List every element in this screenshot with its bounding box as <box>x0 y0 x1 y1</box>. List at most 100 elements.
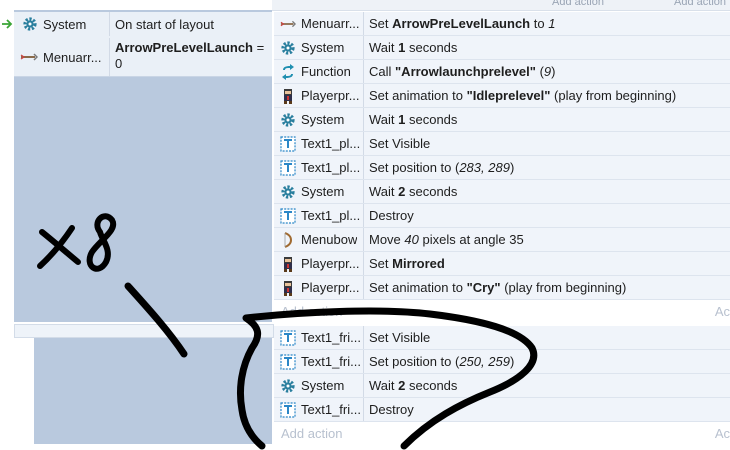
action-object-name: Text1_pl... <box>301 136 361 151</box>
action-text: Set position to ( <box>369 354 460 369</box>
sub-condition-text: ArrowPreLevelLaunch = 0 <box>110 38 265 72</box>
action-object[interactable]: System <box>274 180 364 203</box>
action-object[interactable]: Text1_pl... <box>274 132 364 155</box>
add-action-button[interactable]: Add action Ac <box>274 300 730 322</box>
action-object-name: Menuarr... <box>301 16 360 31</box>
add-action-button-sub[interactable]: Add action Ac <box>274 422 730 444</box>
sub-condition-object[interactable]: Menuarr... <box>14 38 110 76</box>
action-object-name: Text1_pl... <box>301 160 361 175</box>
comparison-operator: = <box>253 40 265 55</box>
variable-name: ArrowPreLevelLaunch <box>115 40 253 55</box>
action-object[interactable]: Text1_pl... <box>274 156 364 179</box>
condition-row[interactable]: System On start of layout <box>2 12 272 36</box>
action-row[interactable]: Text1_fri... Set Visible <box>274 326 730 350</box>
action-description[interactable]: Set Mirrored <box>364 256 445 271</box>
action-row[interactable]: Function Call "Arrowlaunchprelevel" (9) <box>274 60 730 84</box>
left-gutter <box>0 0 14 450</box>
action-row[interactable]: System Wait 1 seconds <box>274 108 730 132</box>
previous-event-sliver: Add action Add action <box>272 0 730 11</box>
action-text: Set Visible <box>369 330 431 345</box>
action-object-name: System <box>301 378 345 393</box>
text-object-icon <box>280 207 296 224</box>
action-row[interactable]: Menubow Move 40 pixels at angle 35 <box>274 228 730 252</box>
action-object[interactable]: Text1_fri... <box>274 398 364 421</box>
action-object[interactable]: Playerpr... <box>274 276 364 299</box>
action-object[interactable]: Menubow <box>274 228 364 251</box>
action-text: Set Visible <box>369 136 431 151</box>
add-action-link-prev-right[interactable]: Add action <box>674 0 726 8</box>
action-description[interactable]: Set Visible <box>364 136 430 151</box>
action-row[interactable]: Text1_pl... Set position to (283, 289) <box>274 156 730 180</box>
action-object[interactable]: Text1_fri... <box>274 350 364 373</box>
action-row[interactable]: Text1_pl... Set Visible <box>274 132 730 156</box>
action-row[interactable]: System Wait 2 seconds <box>274 180 730 204</box>
action-object[interactable]: Menuarr... <box>274 12 364 35</box>
action-object[interactable]: System <box>274 36 364 59</box>
action-description[interactable]: Wait 1 seconds <box>364 40 457 55</box>
action-description[interactable]: Move 40 pixels at angle 35 <box>364 232 524 247</box>
action-row[interactable]: Playerpr... Set animation to "Cry" (play … <box>274 276 730 300</box>
text-object-icon <box>280 353 296 370</box>
action-object[interactable]: Playerpr... <box>274 84 364 107</box>
action-description[interactable]: Set position to (250, 259) <box>364 354 514 369</box>
action-description[interactable]: Destroy <box>364 208 414 223</box>
action-row[interactable]: System Wait 2 seconds <box>274 374 730 398</box>
action-param-bold: "Idleprelevel" <box>466 88 551 103</box>
action-text-mid: to <box>530 16 549 31</box>
action-object[interactable]: Function <box>274 60 364 83</box>
action-text: Set animation to <box>369 88 467 103</box>
sub-condition-row[interactable]: Menuarr... ArrowPreLevelLaunch = 0 <box>14 38 272 76</box>
action-object-name: Text1_fri... <box>301 330 361 345</box>
action-text-mid: seconds <box>405 184 458 199</box>
action-object[interactable]: Text1_fri... <box>274 326 364 349</box>
action-text: Set <box>369 256 393 271</box>
action-description[interactable]: Set animation to "Cry" (play from beginn… <box>364 280 626 295</box>
add-action-link-prev[interactable]: Add action <box>552 0 604 8</box>
condition-block[interactable]: System On start of layout Menuarr... Arr… <box>2 12 272 77</box>
action-param-italic: 40 <box>404 232 419 247</box>
action-row[interactable]: Text1_fri... Destroy <box>274 398 730 422</box>
action-text-mid: seconds <box>405 40 458 55</box>
action-text: Wait <box>369 112 399 127</box>
action-object[interactable]: System <box>274 108 364 131</box>
action-description[interactable]: Set ArrowPreLevelLaunch to 1 <box>364 16 555 31</box>
text-object-icon <box>280 159 296 176</box>
gear-icon <box>280 112 296 128</box>
action-description[interactable]: Destroy <box>364 402 414 417</box>
action-param-italic: 250, 259 <box>459 354 510 369</box>
gear-icon <box>280 40 296 56</box>
action-param-bold: "Arrowlaunchprelevel" <box>395 64 536 79</box>
action-text-mid: seconds <box>405 112 458 127</box>
condition-text: On start of layout <box>115 16 214 32</box>
action-description[interactable]: Set animation to "Idleprelevel" (play fr… <box>364 88 676 103</box>
add-action-label-right: Ac <box>714 303 730 319</box>
action-text-mid: ( <box>535 64 544 79</box>
action-row[interactable]: Playerpr... Set Mirrored <box>274 252 730 276</box>
action-param-bold: "Cry" <box>466 280 501 295</box>
action-object[interactable]: System <box>274 374 364 397</box>
action-description[interactable]: Wait 1 seconds <box>364 112 457 127</box>
action-description[interactable]: Set Visible <box>364 330 430 345</box>
action-description[interactable]: Call "Arrowlaunchprelevel" (9) <box>364 64 555 79</box>
sub-event-bar[interactable] <box>14 324 274 338</box>
action-param-bold: ArrowPreLevelLaunch <box>392 16 531 31</box>
action-row[interactable]: Text1_fri... Set position to (250, 259) <box>274 350 730 374</box>
action-object[interactable]: Playerpr... <box>274 252 364 275</box>
action-description[interactable]: Set position to (283, 289) <box>364 160 514 175</box>
arrow-icon <box>20 49 38 65</box>
action-description[interactable]: Wait 2 seconds <box>364 184 457 199</box>
action-object-name: System <box>301 40 345 55</box>
event-arrow-icon <box>2 16 14 32</box>
action-text-mid: (play from beginning) <box>550 88 677 103</box>
action-description[interactable]: Wait 2 seconds <box>364 378 457 393</box>
action-row[interactable]: System Wait 1 seconds <box>274 36 730 60</box>
action-object-name: System <box>301 184 345 199</box>
action-object[interactable]: Text1_pl... <box>274 204 364 227</box>
action-row[interactable]: Text1_pl... Destroy <box>274 204 730 228</box>
action-row[interactable]: Playerpr... Set animation to "Idlepreleve… <box>274 84 730 108</box>
action-row[interactable]: Menuarr... Set ArrowPreLevelLaunch to 1 <box>274 12 730 36</box>
action-text-post: ) <box>551 64 556 79</box>
condition-object[interactable]: System <box>14 12 110 36</box>
player-sprite-icon <box>280 256 296 272</box>
bow-icon <box>280 231 296 248</box>
